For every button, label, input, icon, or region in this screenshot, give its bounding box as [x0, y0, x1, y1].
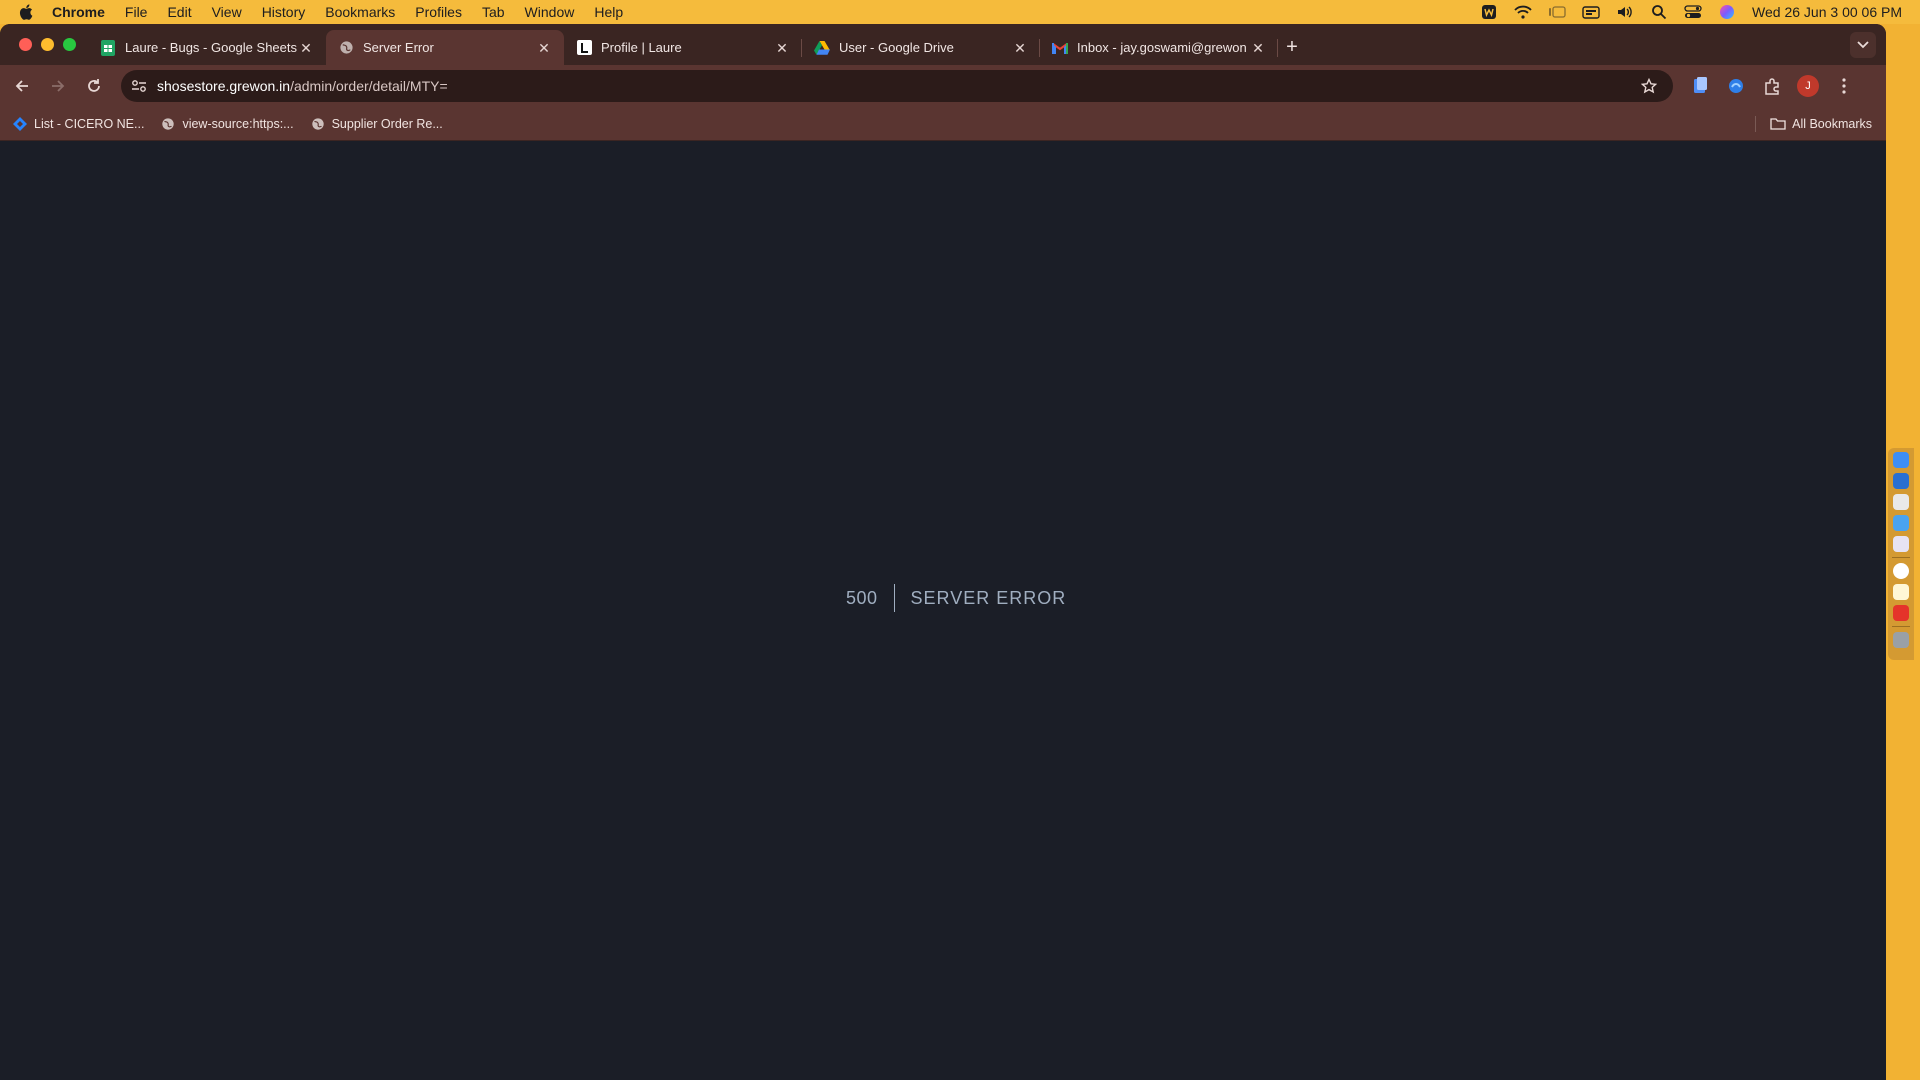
extension-blue-icon[interactable] [1724, 72, 1748, 100]
globe-icon [160, 116, 176, 132]
extensions-puzzle-icon[interactable] [1760, 72, 1784, 100]
tab-title: Server Error [363, 40, 434, 55]
keyboard-input-icon[interactable] [1582, 4, 1600, 20]
menu-file[interactable]: File [125, 4, 148, 20]
tab-server-error[interactable]: Server Error ✕ [326, 30, 564, 65]
url-path: /admin/order/detail/MTY= [290, 78, 448, 94]
tab-google-sheets[interactable]: Laure - Bugs - Google Sheets ✕ [88, 30, 326, 65]
tab-title: Profile | Laure [601, 40, 682, 55]
app-dock-icon[interactable] [1893, 473, 1909, 489]
trash-dock-icon[interactable] [1893, 632, 1909, 648]
bookmark-item[interactable]: view-source:https:... [160, 116, 294, 132]
volume-icon[interactable] [1616, 4, 1634, 20]
minimize-window-button[interactable] [41, 38, 54, 51]
error-text: Server Error [910, 587, 1067, 608]
avatar: J [1797, 75, 1819, 97]
reload-button[interactable] [80, 72, 108, 100]
back-button[interactable] [8, 72, 36, 100]
globe-icon [310, 116, 326, 132]
wifi-icon[interactable] [1514, 4, 1532, 20]
window-controls [19, 38, 76, 51]
extension-docs-icon[interactable] [1688, 72, 1712, 100]
close-tab-icon[interactable]: ✕ [774, 40, 790, 56]
menu-window[interactable]: Window [525, 4, 575, 20]
close-window-button[interactable] [19, 38, 32, 51]
menu-profiles[interactable]: Profiles [415, 4, 462, 20]
menu-bookmarks[interactable]: Bookmarks [325, 4, 395, 20]
browser-toolbar: shosestore.grewon.in/admin/order/detail/… [0, 65, 1886, 107]
tab-google-drive[interactable]: User - Google Drive ✕ [802, 30, 1040, 65]
tab-gmail-inbox[interactable]: Inbox - jay.goswami@grewon ✕ [1040, 30, 1278, 65]
profile-avatar[interactable]: J [1796, 72, 1820, 100]
bookmark-label: Supplier Order Re... [331, 116, 443, 131]
menu-history[interactable]: History [262, 4, 306, 20]
laure-icon [576, 40, 592, 56]
notes-dock-icon[interactable] [1893, 584, 1909, 600]
wps-dock-icon[interactable] [1893, 605, 1909, 621]
page-content: 500 Server Error [0, 141, 1886, 1080]
macos-menu-bar: Chrome File Edit View History Bookmarks … [0, 0, 1920, 24]
arrow-right-icon [52, 80, 65, 92]
bookmarks-bar: List - CICERO NE... view-source:https:..… [0, 107, 1886, 141]
menu-view[interactable]: View [212, 4, 242, 20]
menubar-clock[interactable]: Wed 26 Jun 3 00 06 PM [1752, 4, 1902, 20]
finder-dock-icon[interactable] [1893, 452, 1909, 468]
folder-icon [1770, 116, 1786, 132]
close-tab-icon[interactable]: ✕ [1250, 40, 1266, 56]
stage-manager-icon[interactable] [1548, 4, 1566, 20]
siri-icon[interactable] [1718, 4, 1736, 20]
chrome-menu-kebab-icon[interactable] [1832, 72, 1856, 100]
chrome-window: Laure - Bugs - Google Sheets ✕ Server Er… [0, 24, 1886, 1080]
control-center-icon[interactable] [1684, 4, 1702, 20]
menu-help[interactable]: Help [594, 4, 623, 20]
reload-icon [88, 79, 100, 92]
menu-app-chrome[interactable]: Chrome [52, 4, 105, 20]
gmail-icon [1052, 40, 1068, 56]
close-tab-icon[interactable]: ✕ [536, 40, 552, 56]
calculator-dock-icon[interactable] [1893, 494, 1909, 510]
zoom-window-button[interactable] [63, 38, 76, 51]
all-bookmarks-label: All Bookmarks [1792, 116, 1872, 131]
menu-edit[interactable]: Edit [167, 4, 191, 20]
tab-title: Laure - Bugs - Google Sheets [125, 40, 297, 55]
dock [1888, 448, 1914, 660]
wps-office-icon[interactable] [1480, 4, 1498, 20]
new-tab-button[interactable]: + [1278, 30, 1306, 65]
bookmark-item[interactable]: List - CICERO NE... [12, 116, 144, 132]
tab-title: User - Google Drive [839, 40, 954, 55]
sheets-icon [100, 39, 116, 56]
close-tab-icon[interactable]: ✕ [298, 40, 314, 56]
site-settings-icon[interactable] [129, 76, 149, 96]
spotlight-search-icon[interactable] [1650, 4, 1668, 20]
error-code: 500 [846, 584, 895, 612]
mail-dock-icon[interactable] [1893, 515, 1909, 531]
chrome-dock-icon[interactable] [1893, 563, 1909, 579]
bookmark-star-icon[interactable] [1639, 76, 1659, 96]
error-message: 500 Server Error [846, 584, 1066, 612]
tab-search-dropdown-button[interactable] [1850, 32, 1876, 58]
bookmark-item[interactable]: Supplier Order Re... [310, 116, 443, 132]
drive-icon [814, 40, 830, 56]
address-bar[interactable]: shosestore.grewon.in/admin/order/detail/… [121, 70, 1673, 102]
url-host: shosestore.grewon.in [157, 78, 291, 94]
tab-profile-laure[interactable]: Profile | Laure ✕ [564, 30, 802, 65]
menu-tab[interactable]: Tab [482, 4, 505, 20]
arrow-left-icon [15, 80, 28, 92]
slack-dock-icon[interactable] [1893, 536, 1909, 552]
tab-strip: Laure - Bugs - Google Sheets ✕ Server Er… [0, 24, 1886, 65]
tab-title: Inbox - jay.goswami@grewon [1077, 40, 1247, 55]
close-tab-icon[interactable]: ✕ [1012, 40, 1028, 56]
apple-menu-icon[interactable] [0, 4, 52, 20]
globe-icon [338, 40, 354, 56]
jira-icon [12, 116, 28, 132]
forward-button[interactable] [44, 72, 72, 100]
all-bookmarks-button[interactable]: All Bookmarks [1755, 107, 1872, 140]
bookmark-label: view-source:https:... [182, 116, 294, 131]
bookmark-label: List - CICERO NE... [34, 116, 145, 131]
